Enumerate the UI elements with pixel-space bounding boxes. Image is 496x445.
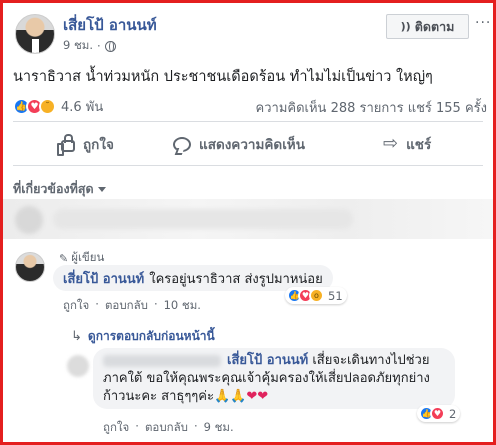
- more-options-icon[interactable]: ···: [475, 15, 491, 31]
- separator: ·: [95, 297, 99, 311]
- blurred-name: [103, 354, 221, 367]
- comment-reply-link[interactable]: ตอบกลับ: [105, 297, 148, 315]
- reply-line-3: ก้าวนะคะ สาธุๆๆค่ะ🙏🙏❤❤: [103, 388, 445, 406]
- view-previous-replies[interactable]: ↳ ดูการตอบกลับก่อนหน้านี้: [71, 327, 215, 346]
- pray-emoji: 🙏🙏: [213, 389, 247, 404]
- follow-button[interactable]: )) ติดตาม: [386, 14, 469, 39]
- comment-text: ใครอยู่นราธิวาส ส่งรูปมาหน่อย: [149, 271, 323, 287]
- reply-arrow-icon: ↳: [71, 329, 82, 344]
- divider: [13, 165, 483, 166]
- post-time[interactable]: 9 ชม.: [63, 37, 93, 55]
- author-name[interactable]: เสี่ยโป้ อานนท์: [63, 13, 157, 37]
- reply-time[interactable]: 9 ชม.: [204, 419, 234, 437]
- comment-filter-dropdown[interactable]: ที่เกี่ยวข้องที่สุด: [13, 179, 106, 199]
- reply-avatar[interactable]: [67, 355, 89, 377]
- reply-reply-link[interactable]: ตอบกลับ: [145, 419, 188, 437]
- separator: ·: [153, 297, 158, 311]
- like-button[interactable]: ถูกใจ: [57, 133, 114, 156]
- separator: ·: [193, 419, 198, 433]
- reply-mention[interactable]: เสี่ยโป้ อานนท์: [227, 353, 308, 368]
- wow-reaction-icon: o: [309, 288, 324, 303]
- comment-author[interactable]: เสี่ยโป้ อานนท์: [63, 268, 144, 289]
- reply-text-1: เสี่ยจะเดินทางไปช่วย: [312, 353, 430, 368]
- comment-reaction-count: 51: [328, 288, 343, 303]
- comment-actions: ถูกใจ · ตอบกลับ · 10 ชม.: [63, 297, 201, 315]
- share-label: แชร์: [406, 137, 432, 153]
- reply-reaction-count: 2: [449, 406, 457, 421]
- facebook-post: เสี่ยโป้ อานนท์ 9 ชม. · )) ติดตาม ··· นา…: [3, 3, 493, 442]
- thumbs-up-icon: [57, 134, 75, 156]
- separator: ·: [135, 419, 139, 433]
- blurred-comment-bubble: [53, 209, 353, 229]
- reply-bubble: เสี่ยโป้ อานนท์ เสี่ยจะเดินทางไปช่วย ภาค…: [93, 348, 455, 409]
- reply-text-3: ก้าวนะคะ สาธุๆๆค่ะ: [103, 389, 214, 404]
- comment-button[interactable]: แสดงความคิดเห็น: [173, 133, 305, 155]
- reply-actions: ถูกใจ · ตอบกลับ · 9 ชม.: [103, 419, 234, 437]
- reply-line-1: เสี่ยโป้ อานนท์ เสี่ยจะเดินทางไปช่วย: [103, 352, 445, 370]
- share-button[interactable]: ⇨ แชร์: [383, 133, 431, 155]
- pencil-icon: ✎: [59, 251, 69, 265]
- like-label: ถูกใจ: [83, 137, 114, 153]
- post-text: นาราธิวาส น้ำท่วมหนัก ประชาชนเดือดร้อน ท…: [13, 69, 433, 85]
- reply-like-link[interactable]: ถูกใจ: [103, 419, 129, 437]
- blurred-avatar: [15, 206, 43, 234]
- comment-label: แสดงความคิดเห็น: [199, 137, 305, 153]
- comment-time[interactable]: 10 ชม.: [164, 297, 201, 315]
- author-avatar[interactable]: [15, 14, 55, 54]
- comment-reactions[interactable]: 👍 ♥ o 51: [285, 287, 347, 304]
- view-previous-replies-label: ดูการตอบกลับก่อนหน้านี้: [87, 329, 215, 343]
- filter-label: ที่เกี่ยวข้องที่สุด: [13, 181, 94, 196]
- commenter-avatar[interactable]: [15, 252, 45, 282]
- reaction-count: 4.6 พัน: [61, 100, 104, 115]
- reaction-summary[interactable]: 👍 ♥ ˘ 4.6 พัน: [13, 96, 103, 117]
- follow-label: ติดตาม: [414, 18, 455, 34]
- sad-reaction-icon: ˘: [39, 98, 56, 115]
- comment-share-stats[interactable]: ความคิดเห็น 288 รายการ แชร์ 155 ครั้ง: [256, 97, 487, 118]
- comment-like-link[interactable]: ถูกใจ: [63, 297, 89, 315]
- share-arrow-icon: ⇨: [383, 133, 399, 154]
- reply-reactions[interactable]: 👍 ♥ 2: [417, 405, 461, 422]
- reply-line-2: ภาคใต้ ขอให้คุณพระคุณเจ้าคุ้มครองให้เสี่…: [103, 371, 430, 386]
- post-meta: 9 ชม. ·: [63, 37, 116, 55]
- love-reaction-icon: ♥: [430, 406, 445, 421]
- divider: [13, 121, 483, 122]
- globe-icon: [104, 40, 116, 52]
- caret-down-icon: [97, 186, 106, 192]
- separator: ·: [97, 39, 101, 53]
- heart-emoji: ❤❤: [246, 389, 269, 404]
- comment-icon: [173, 136, 191, 152]
- rss-icon: )): [400, 20, 411, 33]
